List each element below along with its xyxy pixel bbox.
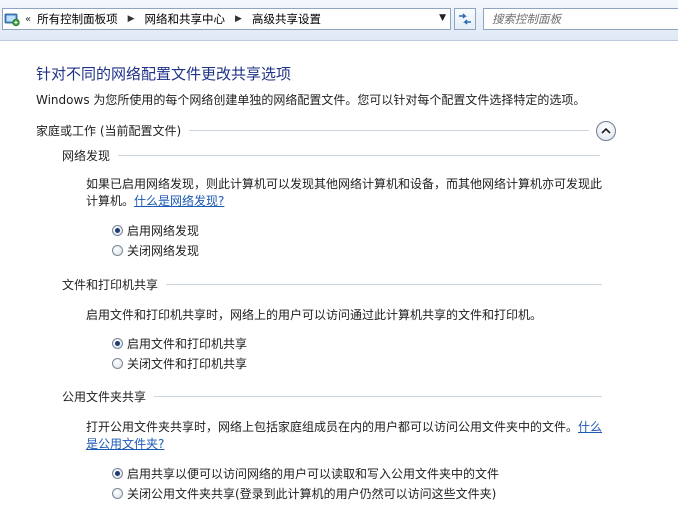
radio-button[interactable] xyxy=(112,338,123,349)
arrow-right-icon[interactable]: ▶ xyxy=(128,14,135,24)
radio-button[interactable] xyxy=(112,245,123,256)
search-box[interactable] xyxy=(483,8,678,30)
profile-group-header: 家庭或工作 (当前配置文件) xyxy=(36,122,590,139)
radio-enable-network-discovery[interactable]: 启用网络发现 xyxy=(112,222,199,239)
refresh-icon xyxy=(459,13,471,25)
radio-enable-file-printer-sharing[interactable]: 启用文件和打印机共享 xyxy=(112,335,247,352)
radio-disable-network-discovery[interactable]: 关闭网络发现 xyxy=(112,242,199,259)
divider xyxy=(154,396,603,397)
radio-enable-public-folder-sharing[interactable]: 启用共享以便可以访问网络的用户可以读取和写入公用文件夹中的文件 xyxy=(112,465,499,482)
file-printer-sharing-heading: 文件和打印机共享 xyxy=(62,276,603,293)
divider xyxy=(189,130,590,131)
divider xyxy=(118,155,601,156)
radio-button[interactable] xyxy=(112,468,123,479)
file-printer-sharing-description: 启用文件和打印机共享时，网络上的用户可以访问通过此计算机共享的文件和打印机。 xyxy=(86,308,543,322)
profile-label: 家庭或工作 (当前配置文件) xyxy=(36,124,182,138)
radio-button[interactable] xyxy=(112,488,123,499)
radio-label[interactable]: 关闭文件和打印机共享 xyxy=(127,355,247,372)
chevron-down-icon[interactable]: ▼ xyxy=(439,13,446,23)
description-text: 打开公用文件夹共享时，网络上包括家庭组成员在内的用户都可以访问公用文件夹中的文件… xyxy=(86,420,579,434)
section-heading: 公用文件夹共享 xyxy=(62,390,147,404)
radio-button[interactable] xyxy=(112,358,123,369)
network-discovery-heading: 网络发现 xyxy=(62,147,601,164)
radio-label[interactable]: 关闭公用文件夹共享(登录到此计算机的用户仍然可以访问这些文件夹) xyxy=(127,485,496,502)
control-panel-icon xyxy=(4,13,20,27)
refresh-button[interactable] xyxy=(454,8,476,30)
breadcrumb-advanced-sharing-settings[interactable]: 高级共享设置 xyxy=(252,11,321,27)
overflow-chevrons[interactable]: « xyxy=(25,14,31,25)
main-content: 针对不同的网络配置文件更改共享选项 Windows 为您所使用的每个网络创建单独… xyxy=(0,41,678,514)
search-input[interactable] xyxy=(492,10,662,28)
radio-label[interactable]: 关闭网络发现 xyxy=(127,242,199,259)
radio-disable-public-folder-sharing[interactable]: 关闭公用文件夹共享(登录到此计算机的用户仍然可以访问这些文件夹) xyxy=(112,485,496,502)
page-title: 针对不同的网络配置文件更改共享选项 xyxy=(36,65,292,83)
radio-disable-file-printer-sharing[interactable]: 关闭文件和打印机共享 xyxy=(112,355,247,372)
network-discovery-description: 如果已启用网络发现，则此计算机可以发现其他网络计算机和设备，而其他网络计算机亦可… xyxy=(86,176,606,210)
address-bar[interactable]: « 所有控制面板项 ▶ 网络和共享中心 ▶ 高级共享设置 ▼ xyxy=(2,8,451,30)
chevron-up-icon xyxy=(601,127,611,134)
divider xyxy=(166,284,603,285)
radio-label[interactable]: 启用网络发现 xyxy=(127,222,199,239)
breadcrumb-all-control-panel-items[interactable]: 所有控制面板项 xyxy=(37,11,118,27)
section-heading: 文件和打印机共享 xyxy=(62,278,159,292)
radio-button[interactable] xyxy=(112,225,123,236)
arrow-right-icon[interactable]: ▶ xyxy=(235,14,242,24)
page-description: Windows 为您所使用的每个网络创建单独的网络配置文件。您可以针对每个配置文… xyxy=(36,93,586,107)
section-heading: 网络发现 xyxy=(62,149,111,163)
public-folder-sharing-heading: 公用文件夹共享 xyxy=(62,388,603,405)
what-is-network-discovery-link[interactable]: 什么是网络发现? xyxy=(134,194,224,208)
radio-label[interactable]: 启用共享以便可以访问网络的用户可以读取和写入公用文件夹中的文件 xyxy=(127,465,499,482)
public-folder-sharing-description: 打开公用文件夹共享时，网络上包括家庭组成员在内的用户都可以访问公用文件夹中的文件… xyxy=(86,419,606,453)
breadcrumb-network-sharing-center[interactable]: 网络和共享中心 xyxy=(145,11,226,27)
collapse-button[interactable] xyxy=(596,121,616,141)
navigation-bar: « 所有控制面板项 ▶ 网络和共享中心 ▶ 高级共享设置 ▼ xyxy=(0,0,678,41)
radio-label[interactable]: 启用文件和打印机共享 xyxy=(127,335,247,352)
